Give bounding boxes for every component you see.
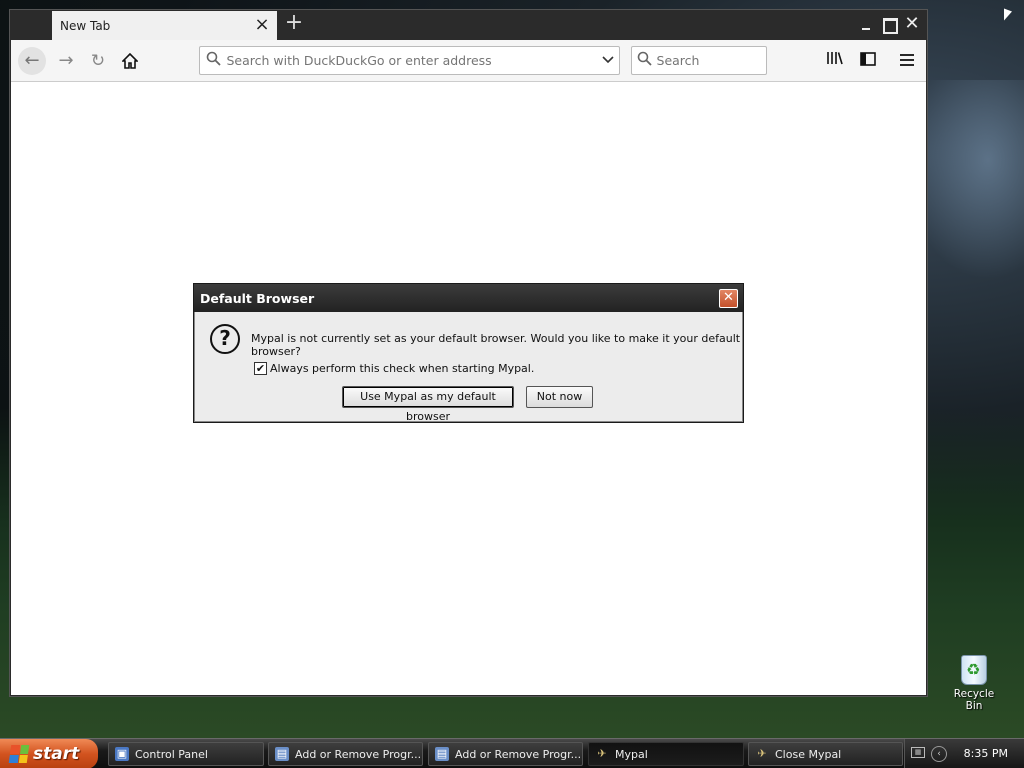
recycle-bin-icon: [961, 655, 987, 685]
search-input[interactable]: [656, 53, 766, 68]
taskbar-item-add-remove-2[interactable]: ▤ Add or Remove Progr...: [428, 742, 583, 766]
navigation-toolbar: ← → ↻: [11, 40, 926, 82]
tab-close-icon[interactable]: ×: [253, 16, 271, 34]
taskbar-item-control-panel[interactable]: ▣ Control Panel: [108, 742, 264, 766]
forward-arrow-icon[interactable]: →: [52, 47, 80, 75]
sidebar-toggle-icon[interactable]: [855, 48, 881, 74]
control-panel-icon: ▣: [115, 747, 129, 761]
start-button[interactable]: start: [0, 739, 98, 768]
reload-icon[interactable]: ↻: [84, 47, 112, 75]
tab-title: New Tab: [60, 18, 111, 33]
search-bar[interactable]: [631, 46, 767, 75]
home-icon[interactable]: [116, 47, 144, 75]
taskbar-item-add-remove-1[interactable]: ▤ Add or Remove Progr...: [268, 742, 423, 766]
taskbar-item-label: Add or Remove Progr...: [455, 747, 582, 761]
tab-new-tab[interactable]: New Tab ×: [52, 11, 277, 40]
clock: 8:35 PM: [963, 747, 1008, 760]
taskbar-item-label: Add or Remove Progr...: [295, 747, 422, 761]
show-hidden-icons-icon[interactable]: ‹: [931, 746, 947, 762]
hamburger-menu-icon[interactable]: [894, 48, 920, 74]
not-now-button[interactable]: Not now: [526, 386, 593, 408]
always-check-checkbox[interactable]: ✔: [254, 362, 267, 375]
search-icon: [632, 51, 657, 70]
recycle-bin-label: Recycle Bin: [953, 688, 995, 712]
keyboard-icon[interactable]: ▦: [911, 747, 925, 758]
taskbar: start ▣ Control Panel ▤ Add or Remove Pr…: [0, 738, 1024, 768]
taskbar-item-label: Control Panel: [135, 747, 208, 761]
question-icon: ?: [210, 324, 240, 354]
add-remove-programs-icon: ▤: [435, 747, 449, 761]
default-browser-dialog: Default Browser ✕ ? Mypal is not current…: [193, 283, 744, 423]
dialog-close-icon[interactable]: ✕: [719, 289, 738, 308]
window-minimize-button[interactable]: [855, 13, 877, 35]
system-tray: ▦ ‹ 8:35 PM: [904, 739, 1024, 768]
recycle-bin-desktop-icon[interactable]: Recycle Bin: [944, 655, 1004, 712]
new-tab-plus-icon[interactable]: +: [282, 12, 306, 36]
taskbar-item-label: Mypal: [615, 747, 648, 761]
mypal-icon: ✈: [597, 747, 607, 760]
always-check-label: Always perform this check when starting …: [270, 362, 535, 375]
library-icon[interactable]: [822, 48, 848, 74]
address-bar[interactable]: [199, 46, 620, 75]
add-remove-programs-icon: ▤: [275, 747, 289, 761]
back-arrow-icon[interactable]: ←: [18, 47, 46, 75]
tab-strip: New Tab × + ✕: [10, 10, 927, 40]
mouse-pointer-icon: [1004, 8, 1012, 24]
use-as-default-button[interactable]: Use Mypal as my default browser: [342, 386, 514, 423]
start-label: start: [33, 744, 80, 764]
chevron-down-icon[interactable]: [596, 54, 619, 67]
always-check-option[interactable]: ✔ Always perform this check when startin…: [254, 362, 534, 375]
url-input[interactable]: [226, 53, 597, 68]
taskbar-item-close-mypal[interactable]: ✈ Close Mypal: [748, 742, 903, 766]
taskbar-item-label: Close Mypal: [775, 747, 842, 761]
window-close-button[interactable]: ✕: [901, 13, 923, 35]
dialog-title: Default Browser: [194, 284, 743, 312]
windows-logo-icon: [8, 745, 30, 763]
dialog-message: Mypal is not currently set as your defau…: [251, 332, 741, 358]
mypal-icon: ✈: [757, 747, 767, 760]
taskbar-item-mypal[interactable]: ✈ Mypal: [588, 742, 744, 766]
search-icon: [200, 51, 226, 70]
window-maximize-button[interactable]: [878, 13, 900, 35]
